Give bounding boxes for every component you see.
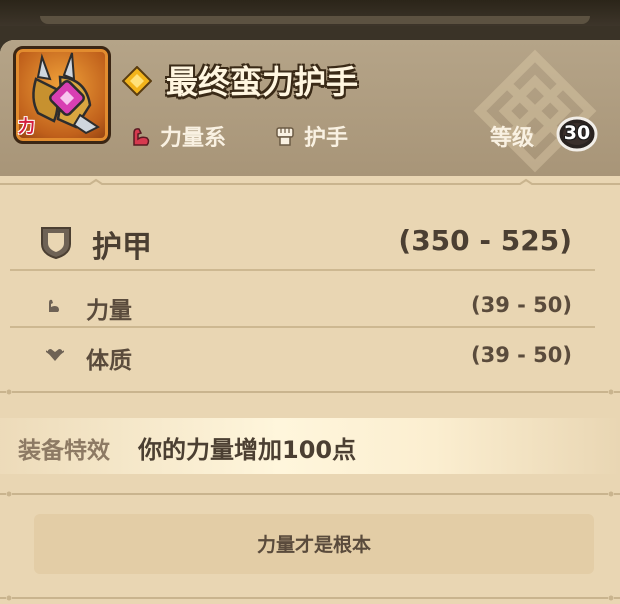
divider xyxy=(10,269,595,271)
arm-icon xyxy=(49,299,59,312)
sub-stat-row: 体质 (39 - 50) xyxy=(0,336,620,376)
flavor-text: 力量才是根本 xyxy=(256,534,371,556)
sub-stat-row: 力量 (39 - 50) xyxy=(0,286,620,326)
top-bar xyxy=(0,0,620,26)
knot-pattern-icon xyxy=(473,49,597,173)
level-value: 30 xyxy=(563,122,591,144)
strength-badge: 力 xyxy=(18,117,35,137)
equip-effect: 装备特效 你的力量增加100点 xyxy=(0,418,620,474)
shield-icon xyxy=(41,227,71,260)
item-header: 力 最终蛮力护手 力量系 护手 等级 30 xyxy=(0,40,620,176)
ornament-divider xyxy=(0,178,620,185)
level-badge: 30 xyxy=(556,115,598,153)
ornament-divider xyxy=(0,595,620,601)
fist-icon xyxy=(276,127,294,146)
type-tag: 力量系 xyxy=(130,120,226,152)
divider xyxy=(10,326,595,328)
ornament-divider xyxy=(0,491,620,497)
level-label: 等级 xyxy=(490,126,535,151)
gold-diamond-icon xyxy=(122,66,152,96)
main-stat-row: 护甲 (350 - 525) xyxy=(0,216,620,270)
equip-effect-text: 你的力量增加100点 xyxy=(138,436,357,464)
sub-stat-name: 力量 xyxy=(86,298,132,324)
sub-stat-name: 体质 xyxy=(86,348,132,374)
item-name: 最终蛮力护手 xyxy=(166,63,359,101)
ornament-divider xyxy=(0,389,620,395)
sub-stat-range: (39 - 50) xyxy=(471,343,572,367)
slot-tag: 护手 xyxy=(274,120,348,152)
item-icon[interactable]: 力 xyxy=(13,46,111,144)
main-stat-name: 护甲 xyxy=(92,230,152,265)
top-bar-lip xyxy=(40,16,590,24)
main-stat-range: (350 - 525) xyxy=(398,224,572,257)
equip-effect-label: 装备特效 xyxy=(18,438,110,464)
strength-arm-icon xyxy=(133,128,150,146)
flavor-box: 力量才是根本 xyxy=(34,514,594,574)
slot-tag-label: 护手 xyxy=(304,126,349,151)
heart-icon xyxy=(46,349,64,361)
sub-stat-range: (39 - 50) xyxy=(471,293,572,317)
item-tooltip-card: 力 最终蛮力护手 力量系 护手 等级 30 护甲 (350 - 525) 力量 … xyxy=(0,40,620,604)
type-tag-label: 力量系 xyxy=(160,126,227,151)
